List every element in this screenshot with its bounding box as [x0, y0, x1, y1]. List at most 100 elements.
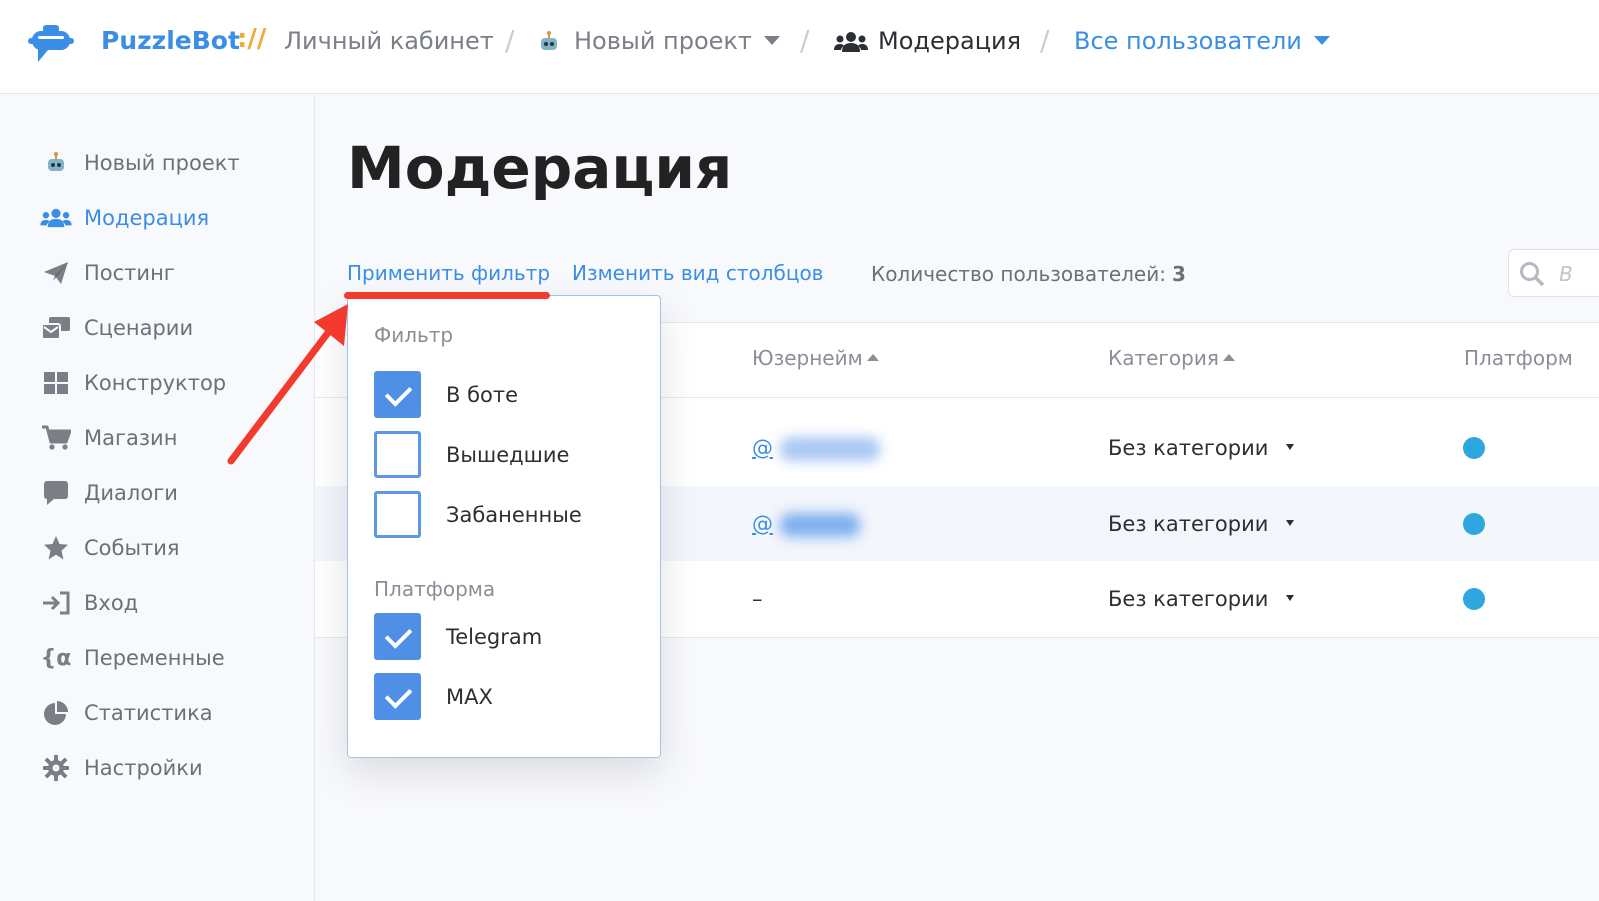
breadcrumb-project-label: Новый проект: [574, 27, 752, 55]
all-users-label: Все пользователи: [1074, 27, 1302, 55]
pie-chart-icon: [40, 699, 72, 727]
filter-dropdown: Фильтр В боте Вышедшие Забаненные Платфо…: [347, 295, 661, 758]
users-count: Количество пользователей: 3: [871, 262, 1186, 286]
sidebar-item-login[interactable]: Вход: [40, 587, 138, 619]
redacted-username: [780, 513, 860, 537]
filter-section-title: Фильтр: [374, 323, 454, 347]
column-header-category[interactable]: Категория: [1108, 346, 1235, 370]
variable-icon: {α: [40, 645, 72, 671]
sidebar-item-label: Сценарии: [84, 316, 194, 340]
sidebar-item-statistics[interactable]: Статистика: [40, 697, 213, 729]
sidebar-item-label: Настройки: [84, 756, 203, 780]
chevron-down-icon: [1313, 35, 1330, 45]
sidebar-item-settings[interactable]: Настройки: [40, 752, 203, 784]
sidebar-item-moderation[interactable]: Модерация: [40, 202, 209, 234]
column-header-platform[interactable]: Платформ: [1464, 346, 1573, 370]
sidebar-item-project[interactable]: Новый проект: [40, 147, 240, 179]
checkbox-in-bot[interactable]: [374, 371, 421, 418]
sidebar-item-posting[interactable]: Постинг: [40, 257, 175, 289]
sidebar-item-label: Диалоги: [84, 481, 178, 505]
users-icon: [40, 204, 72, 232]
breadcrumb-personal-account[interactable]: Личный кабинет: [284, 27, 494, 55]
breadcrumb-moderation[interactable]: Модерация: [834, 27, 1021, 55]
telegram-icon: [1463, 588, 1485, 610]
sort-up-icon: [866, 354, 879, 361]
sidebar-item-label: Статистика: [84, 701, 213, 725]
sign-in-icon: [40, 589, 72, 617]
column-header-username[interactable]: Юзернейм: [752, 346, 879, 370]
sidebar-item-shop[interactable]: Магазин: [40, 422, 177, 454]
breadcrumb-moderation-label: Модерация: [878, 27, 1022, 55]
sidebar-item-scenarios[interactable]: Сценарии: [40, 312, 193, 344]
breadcrumb-project[interactable]: Новый проект: [538, 27, 780, 55]
sidebar-item-dialogs[interactable]: Диалоги: [40, 477, 178, 509]
caret-down-icon: [1286, 520, 1295, 526]
users-icon: [834, 30, 868, 54]
users-count-value: 3: [1171, 262, 1186, 286]
breadcrumb-separator: /: [800, 24, 810, 57]
star-icon: [40, 534, 72, 562]
platform-section-title: Платформа: [374, 577, 496, 601]
annotation-underline: [344, 292, 550, 299]
username-link[interactable]: @: [752, 512, 773, 536]
username-link[interactable]: @: [752, 436, 773, 460]
search-icon: [1520, 262, 1545, 287]
checkbox-label[interactable]: Вышедшие: [446, 443, 569, 467]
checkbox-label[interactable]: Забаненные: [446, 503, 582, 527]
telegram-icon: [1463, 513, 1485, 535]
category-value: Без категории: [1108, 587, 1269, 611]
search-placeholder: В: [1559, 262, 1573, 286]
chat-icon: [40, 479, 72, 507]
category-select[interactable]: Без категории: [1108, 587, 1295, 611]
top-navigation-bar: PuzzleBot :// Личный кабинет / Новый про…: [0, 0, 1599, 94]
page-title: Модерация: [347, 134, 733, 202]
checkbox-left[interactable]: [374, 431, 421, 478]
sidebar-item-label: Новый проект: [84, 151, 240, 175]
checkbox-label[interactable]: MAX: [446, 685, 493, 709]
breadcrumb-separator: /: [1040, 24, 1050, 57]
sidebar: Новый проект Модерация Постинг Сценарии …: [0, 95, 315, 901]
redacted-username: [780, 437, 880, 461]
username-empty: –: [752, 587, 763, 611]
change-columns-link[interactable]: Изменить вид столбцов: [572, 261, 823, 285]
puzzlebot-logo-icon[interactable]: [28, 22, 74, 64]
checkbox-banned[interactable]: [374, 491, 421, 538]
sidebar-item-constructor[interactable]: Конструктор: [40, 367, 226, 399]
sidebar-item-label: Магазин: [84, 426, 178, 450]
checkbox-max[interactable]: [374, 673, 421, 720]
caret-down-icon: [1286, 444, 1295, 450]
apply-filter-link[interactable]: Применить фильтр: [347, 261, 550, 285]
brand-separator: ://: [237, 24, 267, 54]
gear-icon: [40, 754, 72, 782]
cart-icon: [40, 424, 72, 452]
checkbox-label[interactable]: В боте: [446, 383, 518, 407]
column-header-label: Юзернейм: [752, 346, 863, 370]
sidebar-item-label: Конструктор: [84, 371, 227, 395]
column-header-label: Категория: [1108, 346, 1219, 370]
sidebar-item-label: Вход: [84, 591, 139, 615]
category-select[interactable]: Без категории: [1108, 436, 1295, 460]
breadcrumb-separator: /: [505, 24, 515, 57]
annotation-arrow-icon: [227, 304, 348, 465]
caret-down-icon: [1286, 595, 1295, 601]
sidebar-item-label: События: [84, 536, 180, 560]
sort-up-icon: [1222, 354, 1235, 361]
all-users-dropdown[interactable]: Все пользователи: [1074, 27, 1330, 55]
sidebar-item-events[interactable]: События: [40, 532, 180, 564]
checkbox-label[interactable]: Telegram: [446, 625, 542, 649]
category-value: Без категории: [1108, 512, 1269, 536]
users-count-label: Количество пользователей:: [871, 262, 1166, 286]
mail-bulk-icon: [40, 314, 72, 342]
chevron-down-icon: [763, 35, 780, 45]
category-select[interactable]: Без категории: [1108, 512, 1295, 536]
sidebar-item-variables[interactable]: {α Переменные: [40, 642, 225, 674]
robot-icon: [538, 31, 560, 53]
paper-plane-icon: [40, 259, 72, 287]
sidebar-item-label: Постинг: [84, 261, 175, 285]
checkbox-telegram[interactable]: [374, 613, 421, 660]
telegram-icon: [1463, 437, 1485, 459]
search-input[interactable]: В: [1508, 249, 1599, 297]
brand-name[interactable]: PuzzleBot: [101, 26, 240, 55]
column-header-label: Платформ: [1464, 346, 1573, 370]
sidebar-item-label: Переменные: [84, 646, 225, 670]
